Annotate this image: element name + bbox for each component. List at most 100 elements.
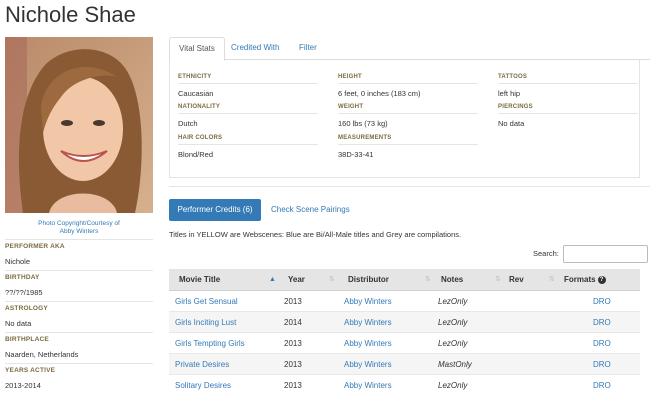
stat-tattoos: Tattoos left hip (498, 74, 638, 98)
stat-value: 6 feet, 0 inches (183 cm) (338, 89, 421, 98)
year-cell: 2013 (284, 297, 302, 306)
column-header-rev[interactable]: Rev (509, 269, 524, 291)
stat-nationality: Nationality Dutch (178, 104, 318, 128)
stat-label: Nationality (178, 104, 318, 114)
sort-up-icon[interactable]: ▲ (269, 269, 276, 291)
bio-item-astrology: Astrology No data (5, 301, 153, 332)
search-input[interactable] (563, 245, 648, 263)
performer-photo (5, 37, 153, 213)
color-legend-note: Titles in YELLOW are Webscenes: Blue are… (169, 230, 462, 239)
formats-link[interactable]: DRO (593, 375, 611, 394)
formats-link[interactable]: DRO (593, 354, 611, 375)
bio-value: Naarden, Netherlands (5, 350, 79, 359)
bio-item-birthplace: Birthplace Naarden, Netherlands (5, 332, 153, 363)
search-label: Search: (533, 249, 559, 258)
stat-label: Height (338, 74, 478, 84)
column-header-movie-title[interactable]: Movie Title (179, 269, 220, 291)
stat-label: Weight (338, 104, 478, 114)
tab-vital-stats[interactable]: Vital Stats (169, 37, 225, 61)
stat-label: Piercings (498, 104, 638, 114)
table-header: Movie Title ▲ Year ⇅ Distributor ⇅ Notes… (169, 269, 640, 291)
sort-icon[interactable]: ⇅ (329, 269, 335, 291)
stat-height: Height 6 feet, 0 inches (183 cm) (338, 74, 478, 98)
movie-title-link[interactable]: Solitary Desires (175, 375, 231, 394)
notes-cell: LezOnly (438, 381, 468, 390)
distributor-link[interactable]: Abby Winters (344, 375, 392, 394)
bio-value: No data (5, 319, 32, 328)
stat-weight: Weight 160 lbs (73 kg) (338, 104, 478, 128)
stat-label: Hair Colors (178, 135, 318, 145)
notes-cell: LezOnly (438, 318, 468, 327)
stat-value: 38D-33-41 (338, 150, 374, 159)
bio-value: Nichole (5, 257, 31, 266)
bio-label: Astrology (5, 305, 48, 312)
formats-link[interactable]: DRO (593, 291, 611, 312)
stat-ethnicity: Ethnicity Caucasian (178, 74, 318, 98)
tab-credited-with[interactable]: Credited With (222, 37, 288, 60)
notes-cell: LezOnly (438, 297, 468, 306)
table-row: Private Desires 2013 Abby Winters MastOn… (169, 354, 640, 375)
section-divider (169, 186, 650, 187)
table-row: Girls Get Sensual 2013 Abby Winters LezO… (169, 291, 640, 312)
movie-title-link[interactable]: Girls Tempting Girls (175, 333, 245, 354)
distributor-link[interactable]: Abby Winters (344, 354, 392, 375)
bio-list: Performer AKA Nichole Birthday ??/??/198… (5, 239, 153, 394)
stat-measurements: Measurements 38D-33-41 (338, 135, 478, 159)
formats-link[interactable]: DRO (593, 333, 611, 354)
stat-label: Ethnicity (178, 74, 318, 84)
sort-icon[interactable]: ⇅ (549, 269, 555, 291)
stat-piercings: Piercings No data (498, 104, 638, 128)
year-cell: 2013 (284, 360, 302, 369)
bio-label: Birthday (5, 274, 40, 281)
check-scene-pairings-link[interactable]: Check Scene Pairings (271, 199, 350, 221)
stat-value: Dutch (178, 119, 198, 128)
stat-value: left hip (498, 89, 521, 98)
bio-item-years-active: Years Active 2013-2014 (5, 363, 153, 394)
bio-value: 2013-2014 (5, 381, 41, 390)
column-header-distributor[interactable]: Distributor (348, 269, 389, 291)
table-row: Girls Inciting Lust 2014 Abby Winters Le… (169, 312, 640, 333)
distributor-link[interactable]: Abby Winters (344, 333, 392, 354)
question-circle-icon[interactable]: ? (597, 276, 606, 284)
bio-label: Performer AKA (5, 243, 65, 250)
stat-value: Blond/Red (178, 150, 214, 159)
column-header-notes[interactable]: Notes (441, 269, 463, 291)
table-row: Solitary Desires 2013 Abby Winters LezOn… (169, 375, 640, 394)
bio-value: ??/??/1985 (5, 288, 43, 297)
vital-stats-panel: Ethnicity Caucasian Nationality Dutch Ha… (169, 60, 640, 178)
page-title: Nichole Shae (5, 2, 136, 27)
notes-cell: LezOnly (438, 339, 468, 348)
stats-tabs: Vital Stats Credited With Filter (169, 37, 650, 61)
movie-title-link[interactable]: Private Desires (175, 354, 229, 375)
stat-label: Measurements (338, 135, 478, 145)
photo-credit-line: Photo Copyright/Courtesy of (38, 220, 120, 227)
year-cell: 2013 (284, 339, 302, 348)
stat-value: 160 lbs (73 kg) (338, 119, 388, 128)
stat-hair-colors: Hair Colors Blond/Red (178, 135, 318, 159)
notes-cell: MastOnly (438, 360, 472, 369)
photo-credit-source: Abby Winters (59, 228, 99, 235)
movie-title-link[interactable]: Girls Inciting Lust (175, 312, 236, 333)
movie-title-link[interactable]: Girls Get Sensual (175, 291, 238, 312)
sort-icon[interactable]: ⇅ (425, 269, 431, 291)
performer-credits-button[interactable]: Performer Credits (6) (169, 199, 261, 221)
column-header-year[interactable]: Year (288, 269, 305, 291)
table-row: Girls Tempting Girls 2013 Abby Winters L… (169, 333, 640, 354)
sort-icon[interactable]: ⇅ (495, 269, 501, 291)
bio-item-aka: Performer AKA Nichole (5, 239, 153, 270)
formats-link[interactable]: DRO (593, 312, 611, 333)
photo-credit[interactable]: Photo Copyright/Courtesy of Abby Winters (5, 220, 153, 236)
year-cell: 2013 (284, 381, 302, 390)
distributor-link[interactable]: Abby Winters (344, 291, 392, 312)
bio-item-birthday: Birthday ??/??/1985 (5, 270, 153, 301)
tab-filter[interactable]: Filter (290, 37, 326, 60)
column-header-formats[interactable]: Formats? (564, 269, 606, 291)
stat-label: Tattoos (498, 74, 638, 84)
stat-value: Caucasian (178, 89, 214, 98)
distributor-link[interactable]: Abby Winters (344, 312, 392, 333)
credits-table: Movie Title ▲ Year ⇅ Distributor ⇅ Notes… (169, 269, 640, 394)
bio-label: Birthplace (5, 336, 49, 343)
year-cell: 2014 (284, 318, 302, 327)
stat-value: No data (498, 119, 525, 128)
bio-label: Years Active (5, 367, 56, 374)
